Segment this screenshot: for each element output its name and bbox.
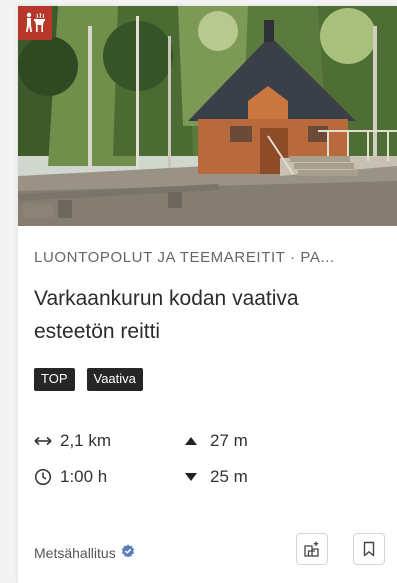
add-to-route-button[interactable] bbox=[296, 533, 328, 565]
tour-title[interactable]: Varkaankurun kodan vaativa esteetön reit… bbox=[34, 282, 374, 348]
descent-stat: 25 m bbox=[184, 466, 334, 488]
owner[interactable]: Metsähallitus bbox=[34, 544, 135, 561]
tag-list: TOP Vaativa bbox=[34, 368, 143, 391]
bookmark-icon bbox=[363, 541, 375, 557]
top-badge: TOP bbox=[34, 368, 75, 391]
tour-card[interactable]: LUONTOPOLUT JA TEEMAREITIT · PA... Varka… bbox=[18, 6, 397, 583]
distance-arrows-icon bbox=[34, 432, 56, 450]
difficulty-badge: Vaativa bbox=[86, 368, 143, 391]
clock-icon bbox=[34, 468, 56, 486]
duration-stat: 1:00 h bbox=[34, 466, 184, 488]
descent-triangle-icon bbox=[184, 468, 206, 486]
ascent-triangle-icon bbox=[184, 432, 206, 450]
category-badge bbox=[18, 6, 52, 40]
ascent-value: 27 m bbox=[210, 431, 248, 450]
distance-value: 2,1 km bbox=[60, 431, 112, 450]
tour-photo-image bbox=[18, 6, 397, 226]
descent-value: 25 m bbox=[210, 467, 248, 486]
owner-name[interactable]: Metsähallitus bbox=[34, 545, 116, 561]
tour-stats: 2,1 km 27 m 1:00 h 25 m bbox=[34, 430, 364, 488]
bookmark-button[interactable] bbox=[353, 533, 385, 565]
distance-stat: 2,1 km bbox=[34, 430, 184, 452]
route-planner-icon bbox=[304, 541, 319, 557]
hiker-grill-icon bbox=[26, 12, 45, 32]
verified-badge-icon bbox=[121, 544, 135, 561]
duration-value: 1:00 h bbox=[60, 467, 108, 486]
tour-photo[interactable] bbox=[18, 6, 397, 226]
ascent-stat: 27 m bbox=[184, 430, 334, 452]
tour-category: LUONTOPOLUT JA TEEMAREITIT · PA... bbox=[34, 249, 335, 266]
